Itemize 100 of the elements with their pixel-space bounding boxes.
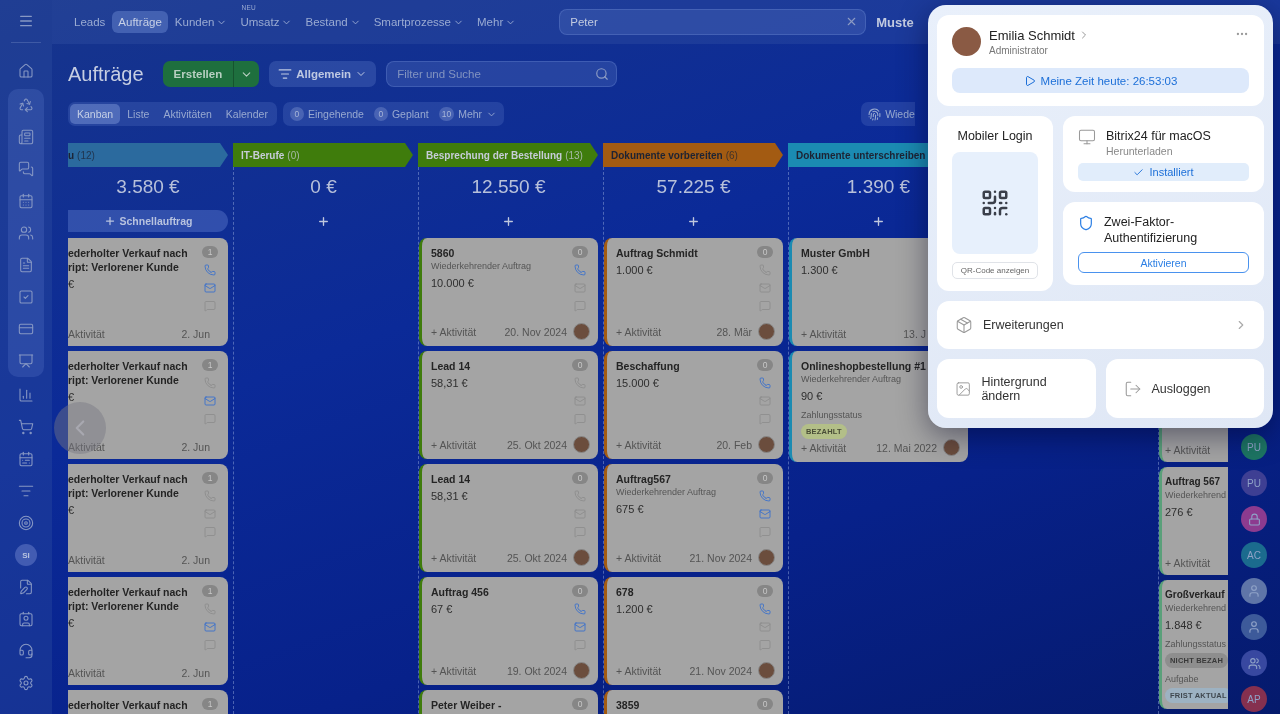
stage-header[interactable]: u (12) <box>68 143 228 167</box>
filter-icon[interactable] <box>18 483 34 499</box>
card-title[interactable]: ederholter Verkauf nach <box>68 698 188 712</box>
card-title[interactable]: Beschaffung <box>616 359 680 373</box>
card-title[interactable]: Auftrag567 <box>616 472 671 486</box>
newspaper-icon[interactable] <box>18 129 34 145</box>
add-activity-link[interactable]: + Aktivität <box>431 664 477 677</box>
card-title[interactable]: Lead 14 <box>431 472 471 486</box>
mail-icon[interactable] <box>204 621 216 633</box>
card-title[interactable]: Onlineshopbestellung #1 <box>801 359 926 373</box>
add-icon[interactable] <box>687 214 700 228</box>
locked-chat-avatar[interactable] <box>1241 506 1267 532</box>
deal-card[interactable]: ederholter Verkauf nach ript: Verlorener Kunde € 1 Aktivität 2. Jun <box>68 351 228 459</box>
add-icon[interactable] <box>872 214 885 228</box>
add-icon[interactable] <box>317 214 330 228</box>
users-icon[interactable] <box>18 225 34 241</box>
add-activity-link[interactable]: + Aktivität <box>616 325 662 338</box>
group-chat-avatar[interactable] <box>1241 650 1267 676</box>
view-tab[interactable]: Kalender <box>218 104 275 124</box>
deal-card[interactable]: ederholter Verkauf nach 1 <box>68 690 228 714</box>
nav-tab[interactable]: Aufträge <box>112 11 168 33</box>
card-title[interactable]: ederholter Verkauf nach ript: Verlorener Kunde <box>68 472 188 500</box>
add-activity-link[interactable]: + Aktivität <box>431 325 477 338</box>
card-title[interactable]: ederholter Verkauf nach ript: Verlorener Kunde <box>68 585 188 613</box>
quick-add-button[interactable]: Schnellauftrag <box>68 210 228 232</box>
mail-icon[interactable] <box>574 621 586 633</box>
contact-card-icon[interactable] <box>18 611 34 627</box>
nav-tab[interactable]: Leads <box>68 11 112 33</box>
user-avatar[interactable]: SI <box>15 544 37 566</box>
phone-icon[interactable] <box>759 490 771 502</box>
filter-search-field[interactable]: Filter und Suche <box>386 61 618 87</box>
bar-chart-icon[interactable] <box>18 387 34 403</box>
stage-header[interactable]: Besprechung der Bestellung (13) <box>418 143 598 167</box>
calendar-icon[interactable] <box>18 193 34 209</box>
add-activity-link[interactable]: + Aktivität <box>616 438 662 451</box>
scroll-left-button[interactable] <box>54 402 106 454</box>
show-qr-button[interactable]: QR-Code anzeigen <box>952 262 1038 279</box>
user-avatar[interactable]: AP <box>1241 686 1267 712</box>
card-title[interactable]: ederholter Verkauf nach ript: Verlorener Kunde <box>68 246 188 274</box>
add-activity-link[interactable]: Aktivität <box>68 328 105 340</box>
view-tab[interactable]: Liste <box>120 104 157 124</box>
deal-card[interactable]: ederholter Verkauf nach ript: Verlorener Kunde € 1 Aktivität 2. Jun <box>68 238 228 346</box>
change-background-button[interactable]: Hintergrund ändern <box>937 359 1096 418</box>
add-activity-link[interactable]: Aktivität <box>68 554 105 566</box>
card-icon[interactable] <box>18 321 34 337</box>
card-title[interactable]: ederholter Verkauf nach ript: Verlorener Kunde <box>68 359 188 387</box>
work-time-button[interactable]: Meine Zeit heute: 26:53:03 <box>952 68 1249 93</box>
search-field[interactable]: Peter <box>559 9 867 35</box>
mail-icon[interactable] <box>204 282 216 294</box>
menu-icon[interactable] <box>18 13 34 29</box>
create-menu-button[interactable] <box>234 61 260 87</box>
add-icon[interactable] <box>502 214 515 228</box>
add-activity-link[interactable]: + Aktivität <box>1165 444 1211 456</box>
cart-icon[interactable] <box>18 419 34 435</box>
nav-tab[interactable]: Bestand <box>299 11 367 33</box>
chat-icon[interactable] <box>18 161 34 177</box>
user-avatar[interactable] <box>1241 614 1267 640</box>
card-title[interactable]: Lead 14 <box>431 359 471 373</box>
logout-button[interactable]: Ausloggen <box>1105 359 1264 418</box>
stage-header[interactable]: Dokumente vorbereiten (6) <box>603 143 783 167</box>
card-title[interactable]: 3859 <box>616 698 640 712</box>
phone-icon[interactable] <box>759 377 771 389</box>
view-tab[interactable]: Kanban <box>70 104 121 124</box>
phone-icon[interactable] <box>759 603 771 615</box>
target-icon[interactable] <box>18 515 34 531</box>
phone-icon[interactable] <box>574 264 586 276</box>
card-title[interactable]: Großverkauf <box>1165 588 1225 602</box>
schedule-icon[interactable] <box>18 451 34 467</box>
stage-header[interactable]: IT-Berufe (0) <box>233 143 413 167</box>
deal-card[interactable]: ederholter Verkauf nach ript: Verlorener Kunde € 1 Aktivität 2. Jun <box>68 464 228 572</box>
edit-document-icon[interactable] <box>18 579 34 595</box>
add-activity-link[interactable]: + Aktivität <box>616 551 662 564</box>
filter-preset-button[interactable]: Allgemein <box>269 61 377 87</box>
counter-filter[interactable]: 0 Eingehende <box>284 104 369 124</box>
settings-icon[interactable] <box>18 675 34 691</box>
deal-card[interactable]: Auftrag 567 Wiederkehrend 276 € + Aktivität <box>1159 467 1228 575</box>
create-button[interactable]: Erstellen <box>162 61 235 87</box>
card-title[interactable]: 5860 <box>431 246 455 260</box>
add-activity-link[interactable]: + Aktivität <box>431 551 477 564</box>
presentation-icon[interactable] <box>18 353 34 369</box>
phone-icon[interactable] <box>574 603 586 615</box>
card-title[interactable]: Peter Weiber - <box>431 698 502 712</box>
checkbox-icon[interactable] <box>18 289 34 305</box>
user-avatar[interactable] <box>1241 578 1267 604</box>
extensions-button[interactable]: Erweiterungen <box>937 301 1264 349</box>
add-activity-link[interactable]: + Aktivität <box>431 438 477 451</box>
nav-tab[interactable]: Mehr <box>471 11 523 33</box>
add-activity-link[interactable]: Aktivität <box>68 667 105 679</box>
card-title[interactable]: Muster GmbH <box>801 246 870 260</box>
headset-icon[interactable] <box>18 643 34 659</box>
card-title[interactable]: Auftrag 567 <box>1165 475 1220 489</box>
card-title[interactable]: 678 <box>616 585 634 599</box>
nav-tab[interactable]: Kunden <box>168 11 234 33</box>
installed-button[interactable]: Installiert <box>1078 163 1249 181</box>
home-icon[interactable] <box>18 63 34 79</box>
add-activity-link[interactable]: + Aktivität <box>616 664 662 677</box>
add-activity-link[interactable]: + Aktivität <box>1165 557 1211 569</box>
deal-card[interactable]: ederholter Verkauf nach ript: Verlorener Kunde € 1 Aktivität 2. Jun <box>68 577 228 685</box>
user-avatar[interactable]: PU <box>1241 470 1267 496</box>
user-avatar[interactable]: AC <box>1241 542 1267 568</box>
